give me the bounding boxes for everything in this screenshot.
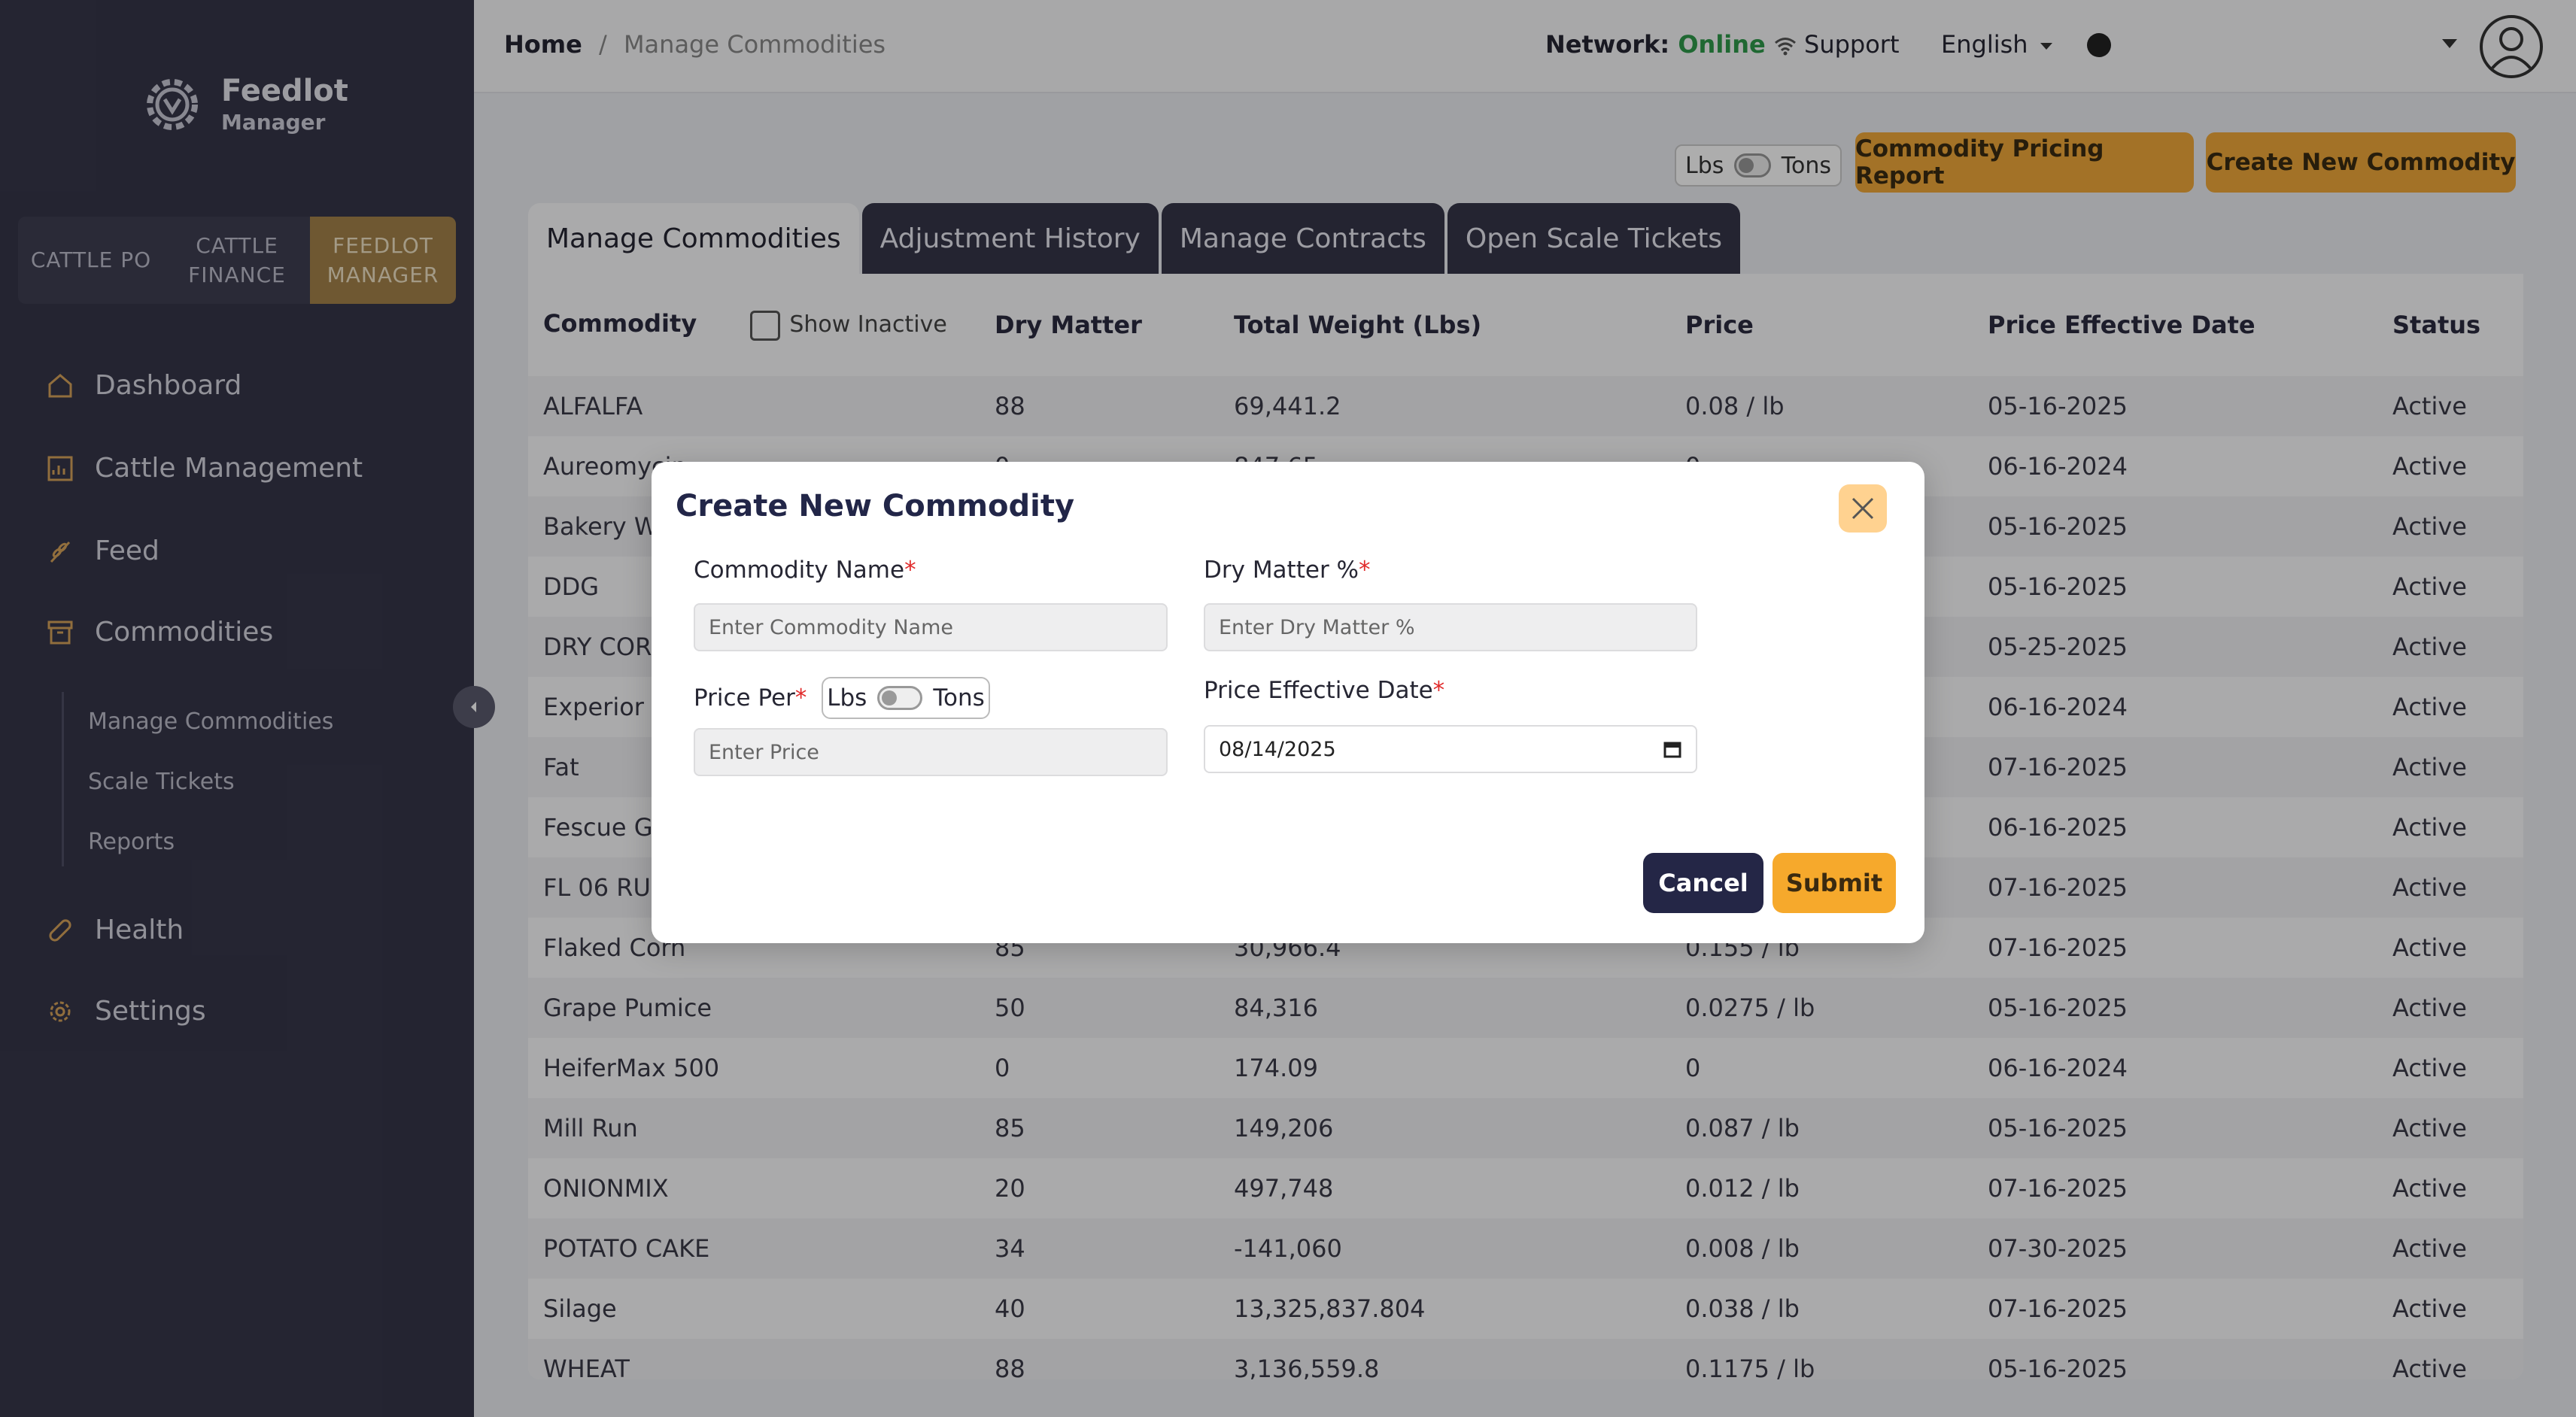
modal-close-button[interactable] — [1839, 484, 1887, 533]
date-value: 08/14/2025 — [1219, 737, 1336, 761]
commodity-name-input[interactable]: Enter Commodity Name — [694, 603, 1168, 651]
calendar-icon[interactable] — [1663, 739, 1682, 759]
create-commodity-modal: Create New Commodity Commodity Name* Ent… — [652, 462, 1924, 943]
price-per-label: Price Per* — [694, 684, 807, 712]
dry-matter-placeholder: Enter Dry Matter % — [1219, 615, 1415, 639]
commodity-name-placeholder: Enter Commodity Name — [709, 615, 953, 639]
dry-matter-input[interactable]: Enter Dry Matter % — [1204, 603, 1697, 651]
close-icon — [1852, 497, 1874, 520]
price-unit-lbs-label: Lbs — [827, 684, 867, 712]
price-unit-switch[interactable] — [877, 686, 923, 710]
price-effective-date-label: Price Effective Date* — [1204, 677, 1445, 704]
submit-button[interactable]: Submit — [1773, 853, 1896, 913]
price-unit-toggle[interactable]: Lbs Tons — [822, 677, 990, 719]
price-placeholder: Enter Price — [709, 740, 819, 764]
cancel-button[interactable]: Cancel — [1643, 853, 1763, 913]
price-unit-tons-label: Tons — [933, 684, 985, 712]
modal-title: Create New Commodity — [676, 489, 1075, 523]
dry-matter-label: Dry Matter %* — [1204, 557, 1371, 584]
price-input[interactable]: Enter Price — [694, 728, 1168, 776]
price-effective-date-input[interactable]: 08/14/2025 — [1204, 725, 1697, 773]
commodity-name-label: Commodity Name* — [694, 557, 916, 584]
